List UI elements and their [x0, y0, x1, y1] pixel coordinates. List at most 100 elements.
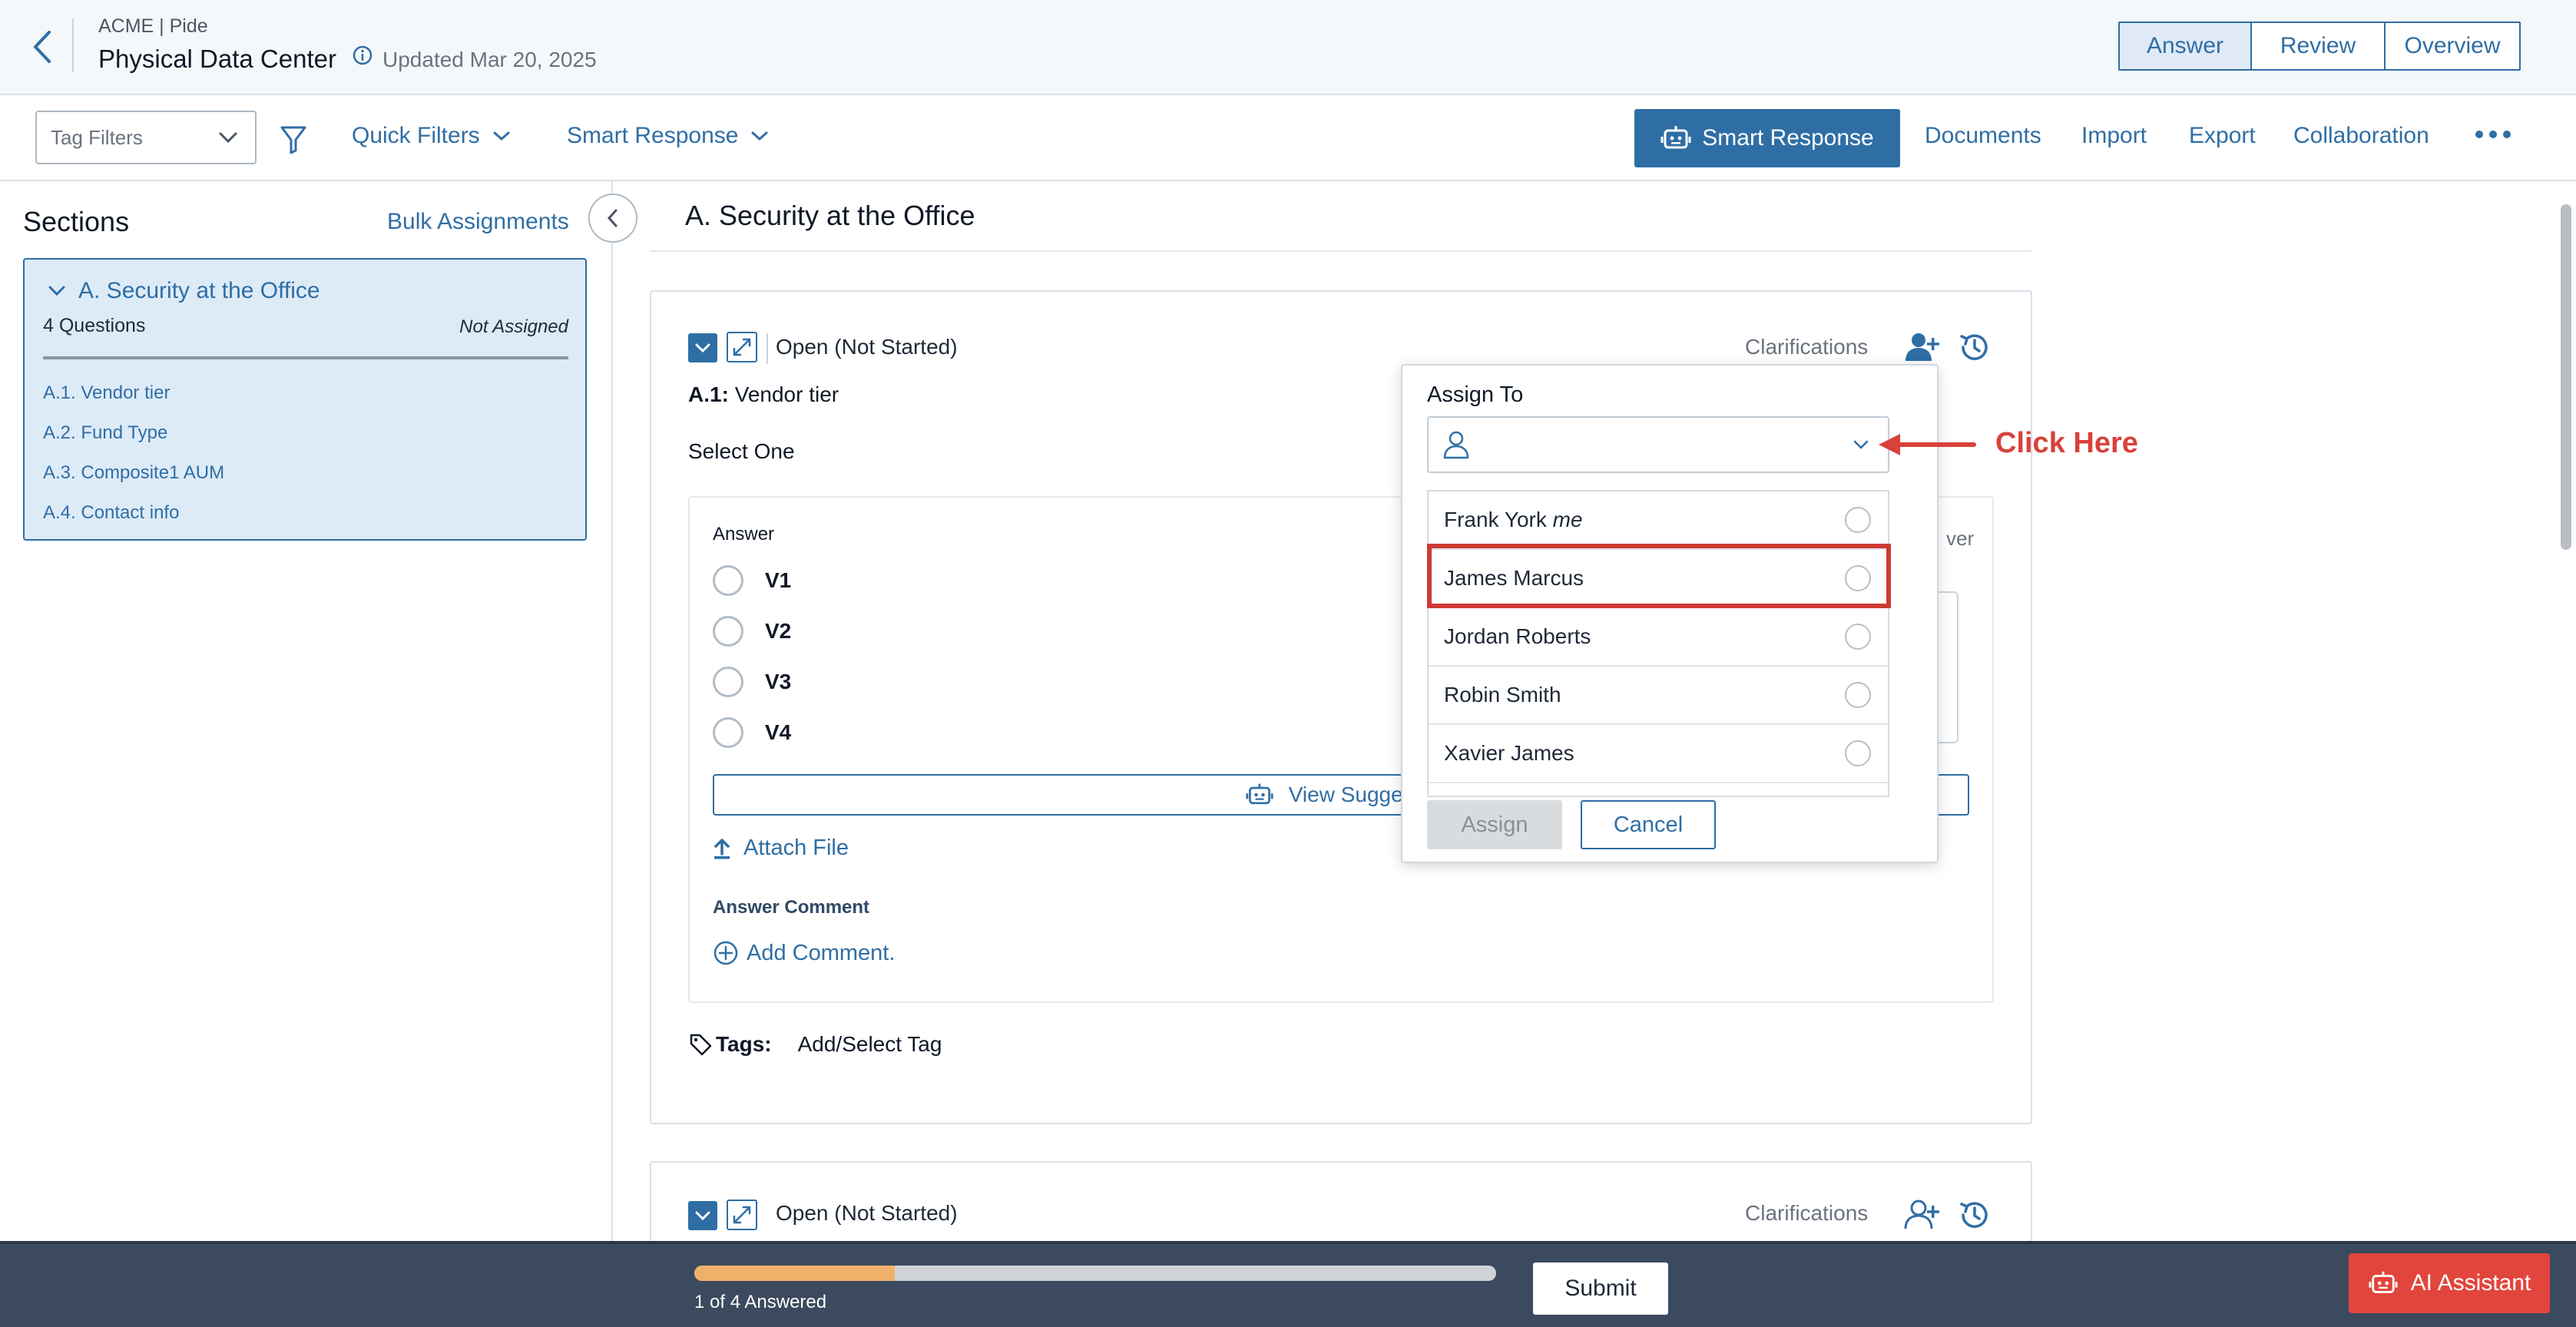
assignee-option-robin-smith[interactable]: Robin Smith: [1429, 667, 1888, 725]
bottom-bar: 1 of 4 Answered Submit AI Assistant: [0, 1241, 2576, 1327]
tab-answer[interactable]: Answer: [2120, 23, 2252, 69]
add-comment-button[interactable]: Add Comment.: [713, 940, 895, 966]
assignee-option-jordan-roberts[interactable]: Jordan Roberts: [1429, 608, 1888, 667]
smart-response-button-label: Smart Response: [1702, 125, 1874, 151]
sidebar-item-contact-info[interactable]: A.4. Contact info: [43, 502, 179, 524]
section-title: A. Security at the Office: [685, 200, 975, 231]
option-label: V4: [765, 720, 792, 744]
assignee-option-xavier-james[interactable]: Xavier James: [1429, 725, 1888, 783]
section-header[interactable]: A. Security at the Office: [48, 278, 320, 304]
assignee-option-frank-york[interactable]: Frank York me: [1429, 491, 1888, 550]
vertical-scrollbar[interactable]: [2561, 204, 2571, 550]
assignee-select[interactable]: [1427, 416, 1889, 473]
tag-filters-placeholder: Tag Filters: [51, 125, 143, 149]
option-label: V3: [765, 670, 792, 693]
ai-assistant-button[interactable]: AI Assistant: [2349, 1253, 2550, 1313]
sections-sidebar: Sections Bulk Assignments A. Security at…: [0, 181, 637, 1241]
assignee-name: Jordan Roberts: [1444, 624, 1591, 648]
expand-icon[interactable]: [727, 332, 757, 362]
robot-icon: [1246, 783, 1273, 805]
assignee-name: Frank York me: [1444, 508, 1583, 531]
history-icon[interactable]: [1957, 1198, 1991, 1232]
option-label: V1: [765, 568, 792, 592]
attach-file-label: Attach File: [743, 836, 849, 860]
option-v1[interactable]: V1: [713, 565, 791, 596]
tag-filters-select[interactable]: Tag Filters: [35, 111, 257, 164]
bulk-assignments-link[interactable]: Bulk Assignments: [387, 209, 569, 235]
collaboration-link[interactable]: Collaboration: [2293, 123, 2429, 149]
info-icon[interactable]: [352, 45, 373, 66]
question-checkbox[interactable]: [688, 1201, 717, 1230]
more-options-icon[interactable]: [2475, 129, 2511, 140]
tab-overview[interactable]: Overview: [2386, 23, 2519, 69]
chevron-down-icon: [695, 1211, 710, 1221]
chevron-down-icon: [751, 131, 768, 141]
robot-icon: [1660, 126, 1691, 149]
answer-label: Answer: [713, 524, 775, 544]
assignee-radio[interactable]: [1845, 624, 1871, 650]
expand-icon[interactable]: [727, 1200, 757, 1230]
smart-response-dropdown[interactable]: Smart Response: [567, 123, 769, 149]
radio-v2[interactable]: [713, 616, 743, 647]
submit-button[interactable]: Submit: [1533, 1262, 1668, 1315]
assign-button[interactable]: Assign: [1427, 800, 1562, 849]
assignee-option-james-marcus[interactable]: James Marcus: [1429, 550, 1888, 608]
chevron-down-icon: [219, 132, 237, 144]
section-card[interactable]: A. Security at the Office 4 Questions No…: [23, 258, 587, 541]
assignee-radio[interactable]: [1845, 565, 1871, 591]
export-link[interactable]: Export: [2189, 123, 2256, 149]
back-button[interactable]: [28, 28, 58, 66]
clarifications-link[interactable]: Clarifications: [1745, 335, 1868, 359]
radio-v1[interactable]: [713, 565, 743, 596]
question-checkbox[interactable]: [688, 333, 717, 362]
assignee-radio[interactable]: [1845, 507, 1871, 533]
clarifications-link[interactable]: Clarifications: [1745, 1201, 1868, 1226]
sidebar-item-fund-type[interactable]: A.2. Fund Type: [43, 422, 167, 444]
history-icon[interactable]: [1957, 330, 1991, 364]
chevron-down-icon: [493, 131, 510, 141]
tags-row: Tags: Add/Select Tag: [688, 1032, 942, 1057]
option-v3[interactable]: V3: [713, 667, 791, 697]
attach-file-button[interactable]: Attach File: [713, 836, 849, 861]
title-divider: [650, 250, 2032, 252]
me-tag: me: [1552, 508, 1583, 531]
sections-title: Sections: [23, 206, 130, 237]
filter-icon[interactable]: [280, 124, 307, 155]
quick-filters-dropdown[interactable]: Quick Filters: [352, 123, 511, 149]
option-v4[interactable]: V4: [713, 717, 791, 748]
cancel-button[interactable]: Cancel: [1581, 800, 1716, 849]
tab-review[interactable]: Review: [2252, 23, 2386, 69]
smart-response-dropdown-label: Smart Response: [567, 123, 739, 148]
tags-label: Tags:: [716, 1032, 772, 1056]
page-title: Physical Data Center: [98, 45, 336, 73]
chevron-left-icon: [607, 209, 618, 227]
assign-to-dropdown: Assign To Frank York me James Marcus Jor…: [1401, 364, 1939, 863]
chevron-down-icon[interactable]: [1853, 439, 1869, 450]
radio-v4[interactable]: [713, 717, 743, 748]
smart-response-button[interactable]: Smart Response: [1634, 109, 1900, 167]
sidebar-item-composite-aum[interactable]: A.3. Composite1 AUM: [43, 462, 224, 484]
import-link[interactable]: Import: [2081, 123, 2147, 149]
status-divider: [767, 333, 768, 364]
toolbar: Tag Filters Quick Filters Smart Response…: [0, 97, 2576, 181]
progress-fill: [694, 1266, 895, 1281]
annotation-arrow-icon: [1877, 432, 1977, 458]
assignee-radio[interactable]: [1845, 682, 1871, 708]
sidebar-item-vendor-tier[interactable]: A.1. Vendor tier: [43, 382, 170, 404]
option-label: V2: [765, 619, 792, 643]
collapse-sidebar-button[interactable]: [588, 194, 637, 243]
question-heading: A.1: Vendor tier: [688, 382, 839, 407]
top-header: ACME | Pide Physical Data Center Updated…: [0, 0, 2576, 95]
assign-user-icon[interactable]: [1903, 1198, 1940, 1232]
chevron-down-icon: [48, 286, 65, 296]
radio-v3[interactable]: [713, 667, 743, 697]
option-v2[interactable]: V2: [713, 616, 791, 647]
assignee-radio[interactable]: [1845, 740, 1871, 766]
tag-icon: [690, 1034, 712, 1056]
assign-user-icon[interactable]: [1903, 330, 1940, 364]
question-status: Open (Not Started): [776, 1201, 958, 1225]
chevron-left-icon: [34, 31, 51, 63]
documents-link[interactable]: Documents: [1925, 123, 2041, 149]
add-tag-link[interactable]: Add/Select Tag: [798, 1032, 942, 1057]
ai-assistant-label: AI Assistant: [2410, 1270, 2531, 1296]
